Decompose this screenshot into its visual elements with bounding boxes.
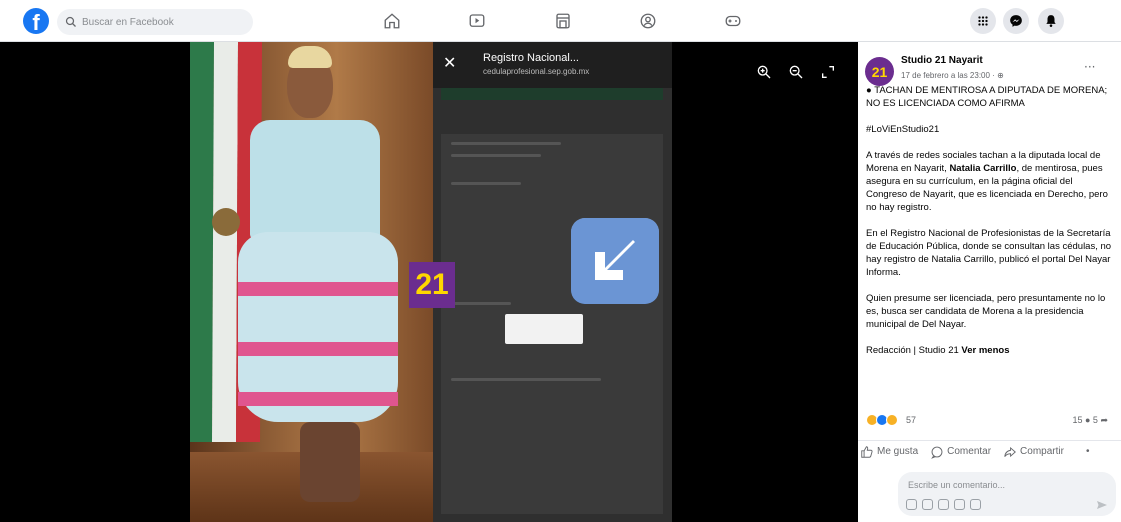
comment-button[interactable]: Comentar — [930, 445, 991, 459]
current-user-avatar[interactable] — [866, 474, 890, 498]
reaction-count[interactable]: 57 — [906, 415, 916, 425]
like-button[interactable]: Me gusta — [860, 445, 918, 459]
page-avatar[interactable]: 21 — [865, 57, 894, 86]
brand-mark: 21 — [415, 268, 449, 301]
post-headline-text: TACHAN DE MENTIROSA A DIPUTADA DE MORENA… — [866, 85, 1108, 109]
photo-woman — [190, 42, 434, 522]
skirt-band — [238, 282, 398, 296]
share-count-icon: ➦ — [1100, 415, 1108, 425]
like-icon — [861, 445, 873, 458]
embroidered-blouse — [250, 120, 380, 240]
facebook-logo-icon[interactable]: f — [23, 8, 49, 34]
post-text: ● TACHAN DE MENTIROSA A DIPUTADA DE MORE… — [866, 84, 1114, 370]
gaming-icon[interactable] — [721, 10, 745, 32]
close-icon: ✕ — [443, 53, 457, 72]
comment-box[interactable] — [898, 472, 1116, 516]
top-bar: f — [0, 0, 1121, 42]
text-line — [451, 154, 541, 157]
marketplace-icon[interactable] — [551, 10, 575, 32]
woman-legs — [300, 422, 360, 502]
comment-tools — [906, 499, 986, 510]
home-icon[interactable] — [380, 10, 404, 32]
post-stats[interactable]: 15 ● 5 ➦ — [1072, 415, 1108, 426]
like-label: Me gusta — [877, 446, 919, 457]
studio21-watermark-logo: 21 — [409, 262, 455, 308]
reactions-row: 57 15 ● 5 ➦ — [866, 414, 1114, 428]
post-date-text: 17 de febrero a las 23:00 · — [901, 71, 998, 80]
gif-icon[interactable] — [954, 499, 965, 510]
text-line — [451, 378, 601, 381]
messenger-icon[interactable] — [1003, 8, 1029, 34]
reaction-icons[interactable] — [866, 414, 898, 426]
post-paragraph-1: A través de redes sociales tachan a la d… — [866, 149, 1114, 214]
emoji-icon[interactable] — [922, 499, 933, 510]
search-icon — [65, 16, 76, 27]
skirt-band — [238, 392, 398, 406]
notifications-icon[interactable] — [1038, 8, 1064, 34]
text-line — [451, 302, 511, 305]
menu-grid-icon[interactable] — [970, 8, 996, 34]
globe-icon: ⊕ — [997, 71, 1004, 80]
post-paragraph-3: Quien presume ser licenciada, pero presu… — [866, 293, 1106, 330]
site-nav-bar — [441, 88, 663, 100]
post-credit: Redacción | Studio 21 Ver menos — [866, 344, 1114, 357]
text-line — [451, 142, 561, 145]
shares-count: 5 — [1092, 415, 1098, 425]
see-less-link[interactable]: Ver menos — [961, 345, 1009, 356]
phone-page-title: Registro Nacional... — [483, 52, 579, 64]
share-icon — [1004, 446, 1017, 457]
comment-count-icon: ● — [1084, 415, 1091, 425]
post-hashtag[interactable]: #LoViEnStudio21 — [866, 123, 1114, 136]
phone-screenshot: ✕ Registro Nacional... cedulaprofesional… — [433, 42, 672, 522]
more-options-icon[interactable]: ··· — [1084, 60, 1095, 74]
search-input[interactable] — [82, 16, 232, 28]
comment-icon — [931, 446, 943, 459]
comment-label: Comentar — [947, 446, 992, 457]
audience-dot-icon: • — [1085, 446, 1090, 457]
p1-bold-name: Natalia Carrillo — [949, 163, 1017, 174]
zoom-out-icon[interactable] — [786, 62, 806, 82]
search-bar[interactable] — [57, 9, 253, 35]
groups-icon[interactable] — [636, 10, 660, 32]
skirt-band — [238, 342, 398, 356]
sticker-icon[interactable] — [970, 499, 981, 510]
fullscreen-icon[interactable] — [818, 62, 838, 82]
post-paragraph-2: En el Registro Nacional de Profesionista… — [866, 228, 1112, 278]
video-icon[interactable] — [465, 10, 489, 32]
arrow-emoji-icon — [571, 218, 659, 304]
comment-input[interactable] — [908, 480, 1098, 490]
camera-icon[interactable] — [938, 499, 949, 510]
result-popup — [505, 314, 583, 344]
page-name[interactable]: Studio 21 Nayarit — [901, 55, 983, 66]
avatar-brand-mark: 21 — [871, 63, 888, 80]
zoom-in-icon[interactable] — [754, 62, 774, 82]
post-sidebar: 21 Studio 21 Nayarit 17 de febrero a las… — [858, 42, 1121, 522]
post-date[interactable]: 17 de febrero a las 23:00 · ⊕ — [901, 71, 1004, 80]
woman-hair — [288, 46, 332, 68]
phone-page-url: cedulaprofesional.sep.gob.mx — [483, 67, 590, 76]
text-line — [451, 182, 521, 185]
comments-count: 15 — [1072, 415, 1083, 425]
credit-text: Redacción | Studio 21 — [866, 345, 962, 356]
wow-reaction-icon — [886, 414, 898, 426]
bullet-icon: ● — [866, 85, 875, 96]
share-label: Compartir — [1020, 446, 1064, 457]
send-icon[interactable] — [1096, 500, 1108, 510]
avatar-sticker-icon[interactable] — [906, 499, 917, 510]
phone-browser-header: ✕ Registro Nacional... cedulaprofesional… — [433, 42, 672, 88]
post-actions: Me gusta Comentar Compartir • — [858, 440, 1121, 462]
post-headline: ● TACHAN DE MENTIROSA A DIPUTADA DE MORE… — [866, 84, 1114, 110]
share-button[interactable]: Compartir — [1003, 445, 1064, 459]
